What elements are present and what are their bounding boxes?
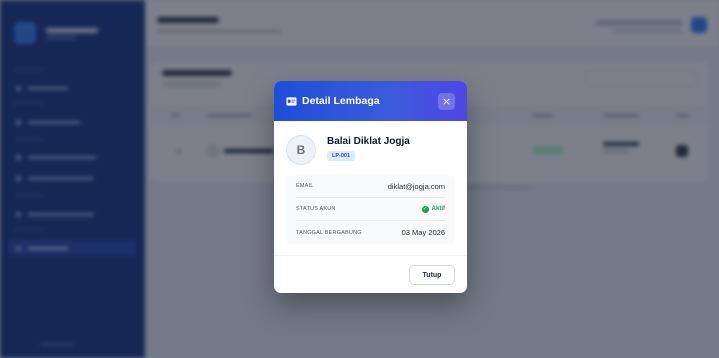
email-label: EMAIL xyxy=(296,183,314,189)
joined-date-value: 03 May 2026 xyxy=(401,228,445,237)
info-row-joined: TANGGAL BERGABUNG 03 May 2026 xyxy=(296,221,445,244)
lembaga-name: Balai Diklat Jogja xyxy=(327,136,410,147)
id-card-icon xyxy=(286,96,297,107)
close-icon[interactable]: × xyxy=(438,92,455,110)
lembaga-profile: B Balai Diklat Jogja LP-001 xyxy=(274,121,467,175)
avatar: B xyxy=(286,135,316,165)
info-row-email: EMAIL diklat@jogja.com xyxy=(296,175,445,198)
lembaga-code-badge: LP-001 xyxy=(327,151,356,161)
modal-header: Detail Lembaga × xyxy=(274,81,467,121)
close-button[interactable]: Tutup xyxy=(409,265,455,285)
info-row-status: STATUS AKUN ✓ Aktif xyxy=(296,198,445,221)
modal-footer: Tutup xyxy=(274,255,467,293)
status-value: Aktif xyxy=(431,206,445,212)
email-value: diklat@jogja.com xyxy=(387,181,445,191)
modal-title: Detail Lembaga xyxy=(302,95,380,107)
info-panel: EMAIL diklat@jogja.com STATUS AKUN ✓ Akt… xyxy=(286,175,455,244)
status-label: STATUS AKUN xyxy=(296,206,336,212)
check-circle-icon: ✓ xyxy=(421,205,429,213)
status-badge: ✓ Aktif xyxy=(421,205,445,213)
joined-date-label: TANGGAL BERGABUNG xyxy=(296,229,362,236)
detail-lembaga-modal: Detail Lembaga × B Balai Diklat Jogja LP… xyxy=(274,81,467,293)
